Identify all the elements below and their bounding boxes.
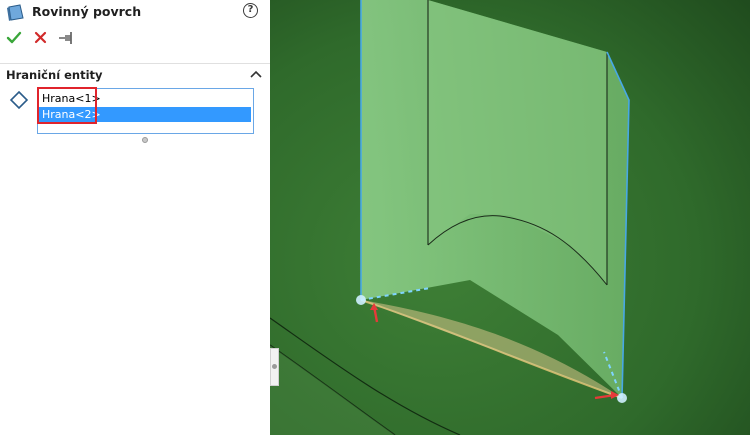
section-header-boundary-entities[interactable]: Hraniční entity <box>0 63 270 84</box>
graphics-viewport[interactable] <box>270 0 750 435</box>
panel-title: Rovinný povrch <box>32 4 142 19</box>
boundary-entities-list[interactable]: Hrana<1> Hrana<2> <box>37 88 254 134</box>
confirm-toolbar <box>0 28 270 48</box>
edge-endpoint-1 <box>356 295 366 305</box>
list-resize-handle[interactable] <box>142 137 148 143</box>
property-manager-panel: Rovinný povrch ? Hraniční entity Hrana<1… <box>0 0 270 435</box>
help-icon[interactable]: ? <box>243 3 258 18</box>
boundary-entity-icon <box>9 90 29 110</box>
panel-splitter[interactable] <box>270 348 279 386</box>
planar-surface-icon <box>7 4 24 21</box>
list-item-edge-1[interactable]: Hrana<1> <box>39 91 251 106</box>
splitter-grip-icon <box>272 364 277 369</box>
cancel-icon[interactable] <box>31 28 51 48</box>
model-view[interactable] <box>270 0 750 435</box>
ok-icon[interactable] <box>4 28 24 48</box>
panel-header: Rovinný povrch ? <box>0 0 270 24</box>
edge-endpoint-2 <box>617 393 627 403</box>
section-title: Hraniční entity <box>6 68 103 82</box>
pin-icon[interactable] <box>57 28 77 48</box>
list-item-edge-2[interactable]: Hrana<2> <box>39 107 251 122</box>
chevron-up-icon[interactable] <box>249 68 263 80</box>
